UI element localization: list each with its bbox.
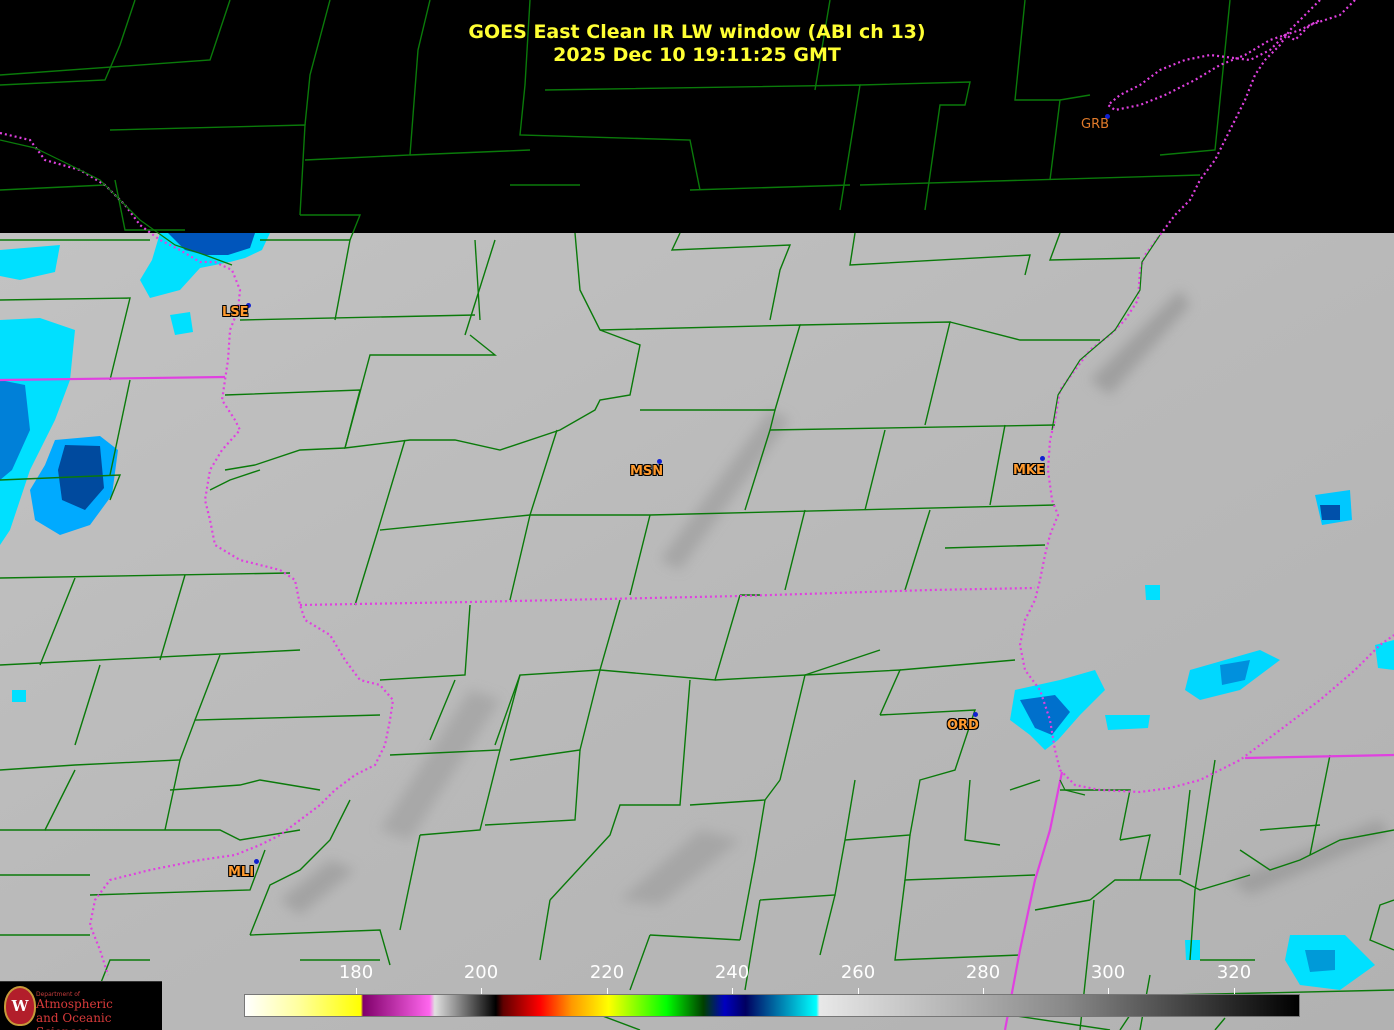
- university-seal-icon: W: [4, 986, 36, 1026]
- station-marker-mke: [1040, 456, 1045, 461]
- station-label-mke: MKE: [1013, 463, 1045, 478]
- colorbar-tick-label: 300: [1090, 962, 1126, 983]
- ir-imagery: [0, 233, 1394, 1030]
- logo-line1: Atmospheric: [36, 997, 113, 1011]
- logo-line2: and Oceanic Sciences: [36, 1011, 112, 1030]
- temperature-colorbar: [244, 994, 1300, 1017]
- map-canvas: [0, 0, 1394, 1030]
- station-label-mli: MLI: [228, 865, 255, 880]
- image-timestamp: 2025 Dec 10 19:11:25 GMT: [553, 44, 841, 66]
- colorbar-tick-label: 180: [338, 962, 374, 983]
- station-marker-ord: [973, 712, 978, 717]
- colorbar-tick-label: 240: [714, 962, 750, 983]
- aos-logo: W Department of Atmospheric and Oceanic …: [0, 981, 162, 1030]
- colorbar-tick-label: 220: [589, 962, 625, 983]
- station-label-lse: LSE: [222, 305, 249, 320]
- image-title: GOES East Clean IR LW window (ABI ch 13): [468, 21, 926, 43]
- station-marker-mli: [254, 859, 259, 864]
- station-label-grb: GRB: [1081, 117, 1110, 132]
- colorbar-tick-label: 200: [463, 962, 499, 983]
- colorbar-tick-label: 280: [965, 962, 1001, 983]
- colorbar-tick-label: 320: [1216, 962, 1252, 983]
- satellite-map: GOES East Clean IR LW window (ABI ch 13)…: [0, 0, 1394, 1030]
- colorbar-tick-label: 260: [840, 962, 876, 983]
- station-label-msn: MSN: [630, 464, 664, 479]
- station-label-ord: ORD: [947, 718, 979, 733]
